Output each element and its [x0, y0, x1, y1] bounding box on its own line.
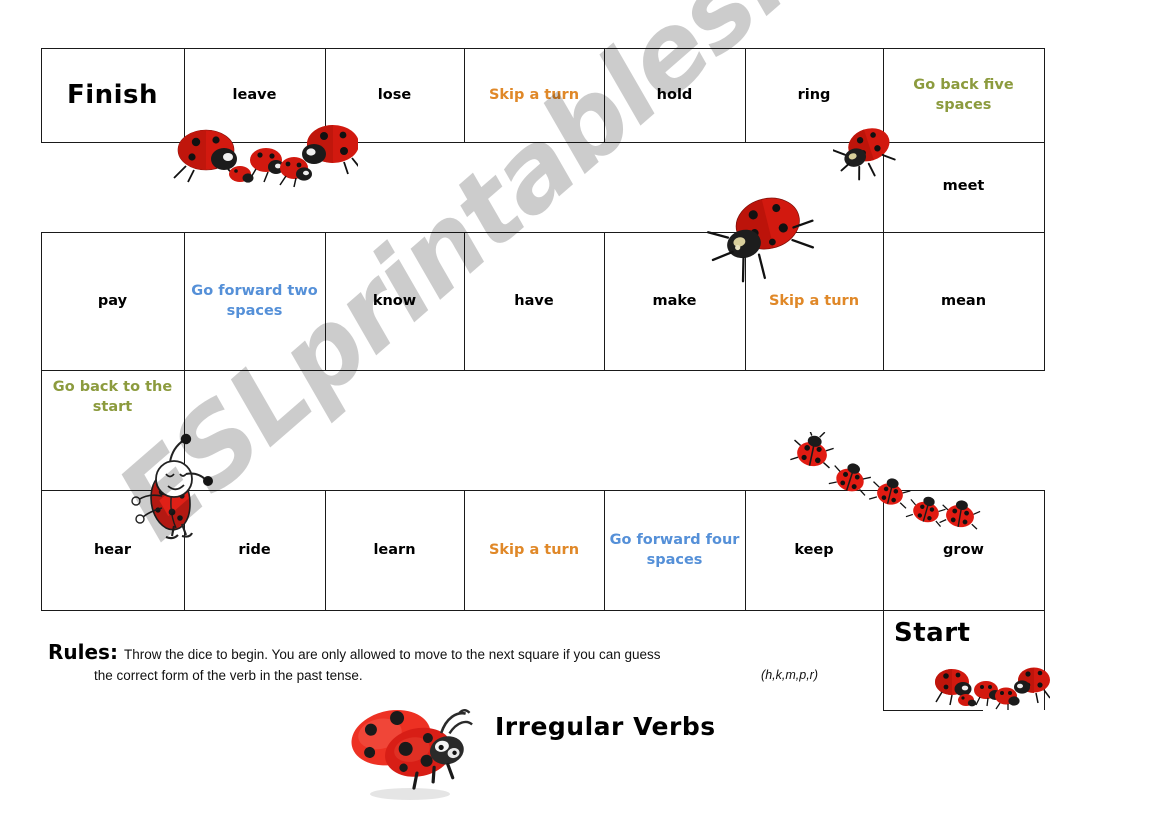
cell-mean[interactable]: mean — [883, 232, 1044, 371]
rules-line-2: the correct form of the verb in the past… — [48, 666, 818, 687]
row2-bottom-rule — [41, 370, 1045, 371]
cell-finish-label: Finish — [66, 79, 159, 110]
cell-ride-label: ride — [238, 541, 271, 558]
rules-line-1: Throw the dice to begin. You are only al… — [123, 647, 661, 662]
row3-edge-right — [1044, 490, 1045, 611]
rules-hint: (h,k,m,p,r) — [761, 667, 818, 682]
row1-top-rule — [41, 48, 1045, 49]
rules-label: Rules: — [48, 640, 118, 664]
row3-bottom-rule — [41, 610, 1045, 611]
cell-hear-label: hear — [93, 541, 132, 558]
cell-finish[interactable]: Finish — [41, 48, 184, 143]
row3-div-5 — [745, 490, 746, 611]
start-edge-left — [883, 610, 884, 710]
connector2-edge-left — [41, 370, 42, 490]
cell-make-label: make — [652, 292, 697, 309]
cell-pay-label: pay — [97, 292, 128, 309]
ladybug-cartoon-icon-left — [131, 433, 213, 540]
row2-div-3 — [464, 232, 465, 371]
cell-pay[interactable]: pay — [41, 232, 184, 371]
cell-learn[interactable]: learn — [325, 490, 464, 611]
cell-go-back-five-spaces-label: Go back five spaces — [913, 76, 1014, 113]
row1-div-5 — [745, 48, 746, 143]
row2-edge-right — [1044, 232, 1045, 371]
cell-hold[interactable]: hold — [604, 48, 745, 143]
rules-line-2-text: the correct form of the verb in the past… — [94, 667, 363, 683]
cell-start[interactable]: Start — [890, 612, 1010, 656]
row1-div-4 — [604, 48, 605, 143]
cell-go-back-to-the-start-label: Go back to the start — [52, 379, 173, 415]
ladybug-icon-top-right — [833, 128, 896, 181]
row3-div-3 — [464, 490, 465, 611]
cell-skip-a-turn-1-label: Skip a turn — [488, 86, 580, 103]
page-title: Irregular Verbs — [495, 712, 716, 741]
ladybug-cartoon-big-icon-title — [351, 709, 473, 800]
row2-top-rule — [41, 232, 1045, 233]
ladybug-icon-center — [706, 197, 815, 283]
rules-body: Throw the dice to begin. You are only al… — [48, 640, 818, 687]
cell-go-forward-four-spaces[interactable]: Go forward four spaces — [604, 490, 745, 611]
cell-hold-label: hold — [656, 86, 693, 103]
cell-learn-label: learn — [373, 541, 416, 558]
cell-start-label: Start — [894, 618, 971, 649]
row3-div-2 — [325, 490, 326, 611]
cell-know-label: know — [372, 292, 417, 309]
cell-go-back-five-spaces[interactable]: Go back five spaces — [883, 48, 1044, 143]
rules-block: Rules: Throw the dice to begin. You are … — [48, 640, 818, 687]
row2-div-6 — [883, 232, 884, 371]
cell-go-back-to-the-start[interactable]: Go back to the start — [41, 372, 184, 424]
cell-skip-a-turn-3[interactable]: Skip a turn — [464, 490, 604, 611]
ladybug-trail-icon-right — [790, 432, 981, 530]
cell-go-forward-two-spaces-label: Go forward two spaces — [191, 282, 318, 319]
cell-have-label: have — [514, 292, 554, 309]
row2-div-1 — [184, 232, 185, 371]
cell-know[interactable]: know — [325, 232, 464, 371]
cell-go-forward-two-spaces[interactable]: Go forward two spaces — [184, 232, 325, 371]
ladybug-group-icon-start — [935, 667, 1050, 710]
connector1-edge-right — [1044, 142, 1045, 232]
cell-ring-label: ring — [797, 86, 831, 103]
cell-lose-label: lose — [377, 86, 412, 103]
cell-have[interactable]: have — [464, 232, 604, 371]
cell-meet-label: meet — [942, 178, 985, 195]
cell-meet[interactable]: meet — [883, 142, 1044, 232]
ladybug-group-icon-top-left — [173, 125, 358, 188]
cell-mean-label: mean — [940, 292, 987, 309]
cell-skip-a-turn-3-label: Skip a turn — [488, 541, 580, 558]
row1-div-3 — [464, 48, 465, 143]
cell-go-forward-four-spaces-label: Go forward four spaces — [609, 531, 740, 568]
row3-edge-left — [41, 490, 42, 611]
row2-div-2 — [325, 232, 326, 371]
cell-skip-a-turn-1[interactable]: Skip a turn — [464, 48, 604, 143]
start-bottom-rule — [883, 710, 983, 711]
row2-div-4 — [604, 232, 605, 371]
row2-edge-left — [41, 232, 42, 371]
cell-leave-label: leave — [232, 86, 277, 103]
row1-edge-left — [41, 48, 42, 143]
row3-div-4 — [604, 490, 605, 611]
row1-edge-right — [1044, 48, 1045, 143]
